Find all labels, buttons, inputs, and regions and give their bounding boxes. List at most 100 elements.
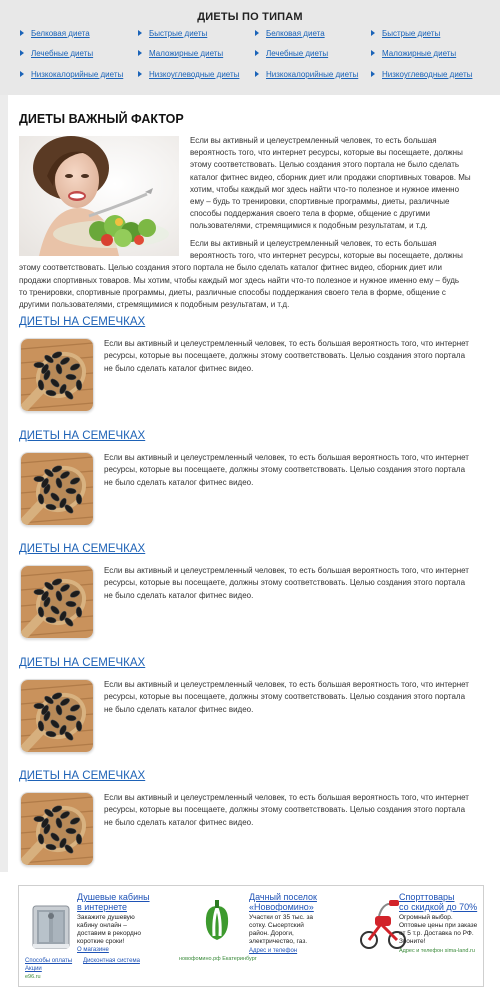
text-line: электричество, газ. [249,938,308,945]
nav-link-label[interactable]: Низкокалорийные диеты [31,70,123,79]
intro-paragraph-2-rest: этому соответствовать. Целью создания эт… [19,262,489,311]
article-title[interactable]: ДИЕТЫ НА СЕМЕЧКАХ [19,770,145,782]
arrow-right-icon [138,71,142,77]
arrow-right-icon [371,30,375,36]
nav-link-protein-diet[interactable]: Белковая диета [255,29,325,38]
ad-title-line[interactable]: Спорттовары [399,892,477,902]
nav-link-medical-diets[interactable]: Лечебные диеты [20,49,93,58]
text-line: то тренировки, спортивные программы, дие… [19,287,446,297]
arrow-right-icon [371,50,375,56]
text-line: ресурсы, которые вы посещаете, должны эт… [104,578,466,588]
text-line: ресурсы, которые вы посещаете, должны эт… [104,805,466,815]
text-line: не было сделать каталог фитнес видео. [104,363,254,373]
sunflower-seeds-thumbnail[interactable] [20,679,94,753]
article-excerpt: Если вы активный и целеустремленный чело… [104,452,484,489]
ad-title-line[interactable]: со скидкой до 70% [399,902,477,912]
sunflower-seeds-thumbnail[interactable] [20,792,94,866]
nav-panel-title: ДИЕТЫ ПО ТИПАМ [197,11,303,23]
article-excerpt: Если вы активный и целеустремленный чело… [104,565,484,602]
ad-link-promotions[interactable]: Акции [25,966,42,972]
ad-domain-e96[interactable]: e96.ru [25,974,41,980]
nav-link-low-carb-diets[interactable]: Низкоуглеводные диеты [138,70,239,79]
text-line: сотку. Сысертский [249,922,304,929]
hero-image-woman-salad [19,136,179,256]
sunflower-seeds-thumbnail[interactable] [20,452,94,526]
ad-link-about-store[interactable]: О магазине [77,947,109,953]
ad-title-shower[interactable]: Душевые кабины в интернете [77,892,150,912]
text-line: Участки от 35 тыс. за [249,914,314,921]
text-line: Огромный выбор. [399,914,453,921]
text-line: район. Дороги, [249,930,294,937]
intro-paragraph-2-start: Если вы активный и целеустремленный чело… [190,238,463,262]
text-line: этому соответствовать. Целью создания эт… [19,263,442,273]
nav-link-label[interactable]: Лечебные диеты [266,49,328,58]
article-title[interactable]: ДИЕТЫ НА СЕМЕЧКАХ [19,543,145,555]
article-excerpt: Если вы активный и целеустремленный чело… [104,679,484,716]
sunflower-seeds-thumbnail[interactable] [20,338,94,412]
text-line: другими пользователями, стремящимися к п… [19,300,290,309]
nav-link-medical-diets[interactable]: Лечебные диеты [255,49,328,58]
nav-link-label[interactable]: Маложирные диеты [382,49,456,58]
nav-link-label[interactable]: Белковая диета [31,29,90,38]
text-line: кабину онлайн – [77,922,127,929]
ad-title-line[interactable]: Дачный поселок [249,892,317,902]
text-line: Если вы активный и целеустремленный чело… [104,680,469,689]
ad-title-sports[interactable]: Спорттовары со скидкой до 70% [399,892,477,912]
ad-link-payment-methods[interactable]: Способы оплаты [25,958,72,964]
article-excerpt: Если вы активный и целеустремленный чело… [104,792,484,829]
nav-link-label[interactable]: Низкокалорийные диеты [266,70,358,79]
nav-link-fast-diets[interactable]: Быстрые диеты [138,29,207,38]
text-line: Если вы активный и целеустремленный чело… [104,566,469,575]
arrow-right-icon [20,71,24,77]
text-line: вероятность того, что интернет ресурсы, … [190,251,463,261]
text-line: Оптовые цены при заказе [399,922,478,929]
text-line: не было сделать каталог фитнес видео. [104,704,254,714]
article-title[interactable]: ДИЕТЫ НА СЕМЕЧКАХ [19,316,145,328]
text-line: Если вы активный и целеустремленный чело… [104,793,469,802]
nav-link-label[interactable]: Маложирные диеты [149,49,223,58]
shower-cabin-image[interactable] [31,902,71,950]
nav-link-label[interactable]: Лечебные диеты [31,49,93,58]
nav-link-low-calorie-diets[interactable]: Низкокалорийные диеты [255,70,358,79]
arrow-right-icon [255,71,259,77]
ad-domain-novofomino[interactable]: новофомино.рф Екатеринбург [179,956,257,962]
text-line: этому соответствовать. Целью создания эт… [190,160,460,170]
article-title[interactable]: ДИЕТЫ НА СЕМЕЧКАХ [19,430,145,442]
ad-title-line[interactable]: «Новофомино» [249,902,317,912]
nav-link-fast-diets[interactable]: Быстрые диеты [371,29,440,38]
sunflower-seeds-thumbnail[interactable] [20,565,94,639]
text-line: ресурсы, которые вы посещаете, должны эт… [104,465,466,475]
ad-text-sports: Огромный выбор. Оптовые цены при заказе … [399,914,477,946]
page-title: ДИЕТЫ ВАЖНЫЙ ФАКТОР [19,112,184,126]
nav-link-label[interactable]: Белковая диета [266,29,325,38]
ad-text-shower: Закажите душевую кабину онлайн – достави… [77,914,141,946]
ad-link-discount-system[interactable]: Дисконтная система [83,958,140,964]
text-line: от 5 т.р. Доставка по РФ. [399,930,474,937]
text-line: пользователями, стремящимися к подобным … [190,221,428,231]
nav-link-low-fat-diets[interactable]: Маложирные диеты [138,49,223,58]
text-line: хотим, чтобы каждый мог здесь найти что-… [190,184,460,194]
text-line: Если вы активный и целеустремленный чело… [104,339,469,348]
ad-block: Душевые кабины в интернете Закажите душе… [18,885,484,987]
ad-text-village: Участки от 35 тыс. за сотку. Сысертский … [249,914,313,946]
nav-link-label[interactable]: Низкоуглеводные диеты [382,70,472,79]
nav-link-protein-diet[interactable]: Белковая диета [20,29,90,38]
nav-link-low-fat-diets[interactable]: Маложирные диеты [371,49,456,58]
nav-link-low-carb-diets[interactable]: Низкоуглеводные диеты [371,70,472,79]
ad-title-line[interactable]: в интернете [77,902,150,912]
article-title[interactable]: ДИЕТЫ НА СЕМЕЧКАХ [19,657,145,669]
ad-title-line[interactable]: Душевые кабины [77,892,150,902]
nav-link-label[interactable]: Быстрые диеты [382,29,440,38]
nav-link-label[interactable]: Низкоуглеводные диеты [149,70,239,79]
arrow-right-icon [20,30,24,36]
nav-link-low-calorie-diets[interactable]: Низкокалорийные диеты [20,70,123,79]
ad-domain-sima-land[interactable]: Адрес и телефон sima-land.ru [399,948,475,954]
text-line: короткие сроки! [77,938,125,945]
arrow-right-icon [255,30,259,36]
ad-link-address-phone[interactable]: Адрес и телефон [249,948,297,954]
pepper-logo-image[interactable] [201,900,233,940]
text-line: доставим в рекордно [77,930,142,937]
ad-title-village[interactable]: Дачный поселок «Новофомино» [249,892,317,912]
text-line: Если вы активный и целеустремленный чело… [190,239,437,248]
nav-link-label[interactable]: Быстрые диеты [149,29,207,38]
